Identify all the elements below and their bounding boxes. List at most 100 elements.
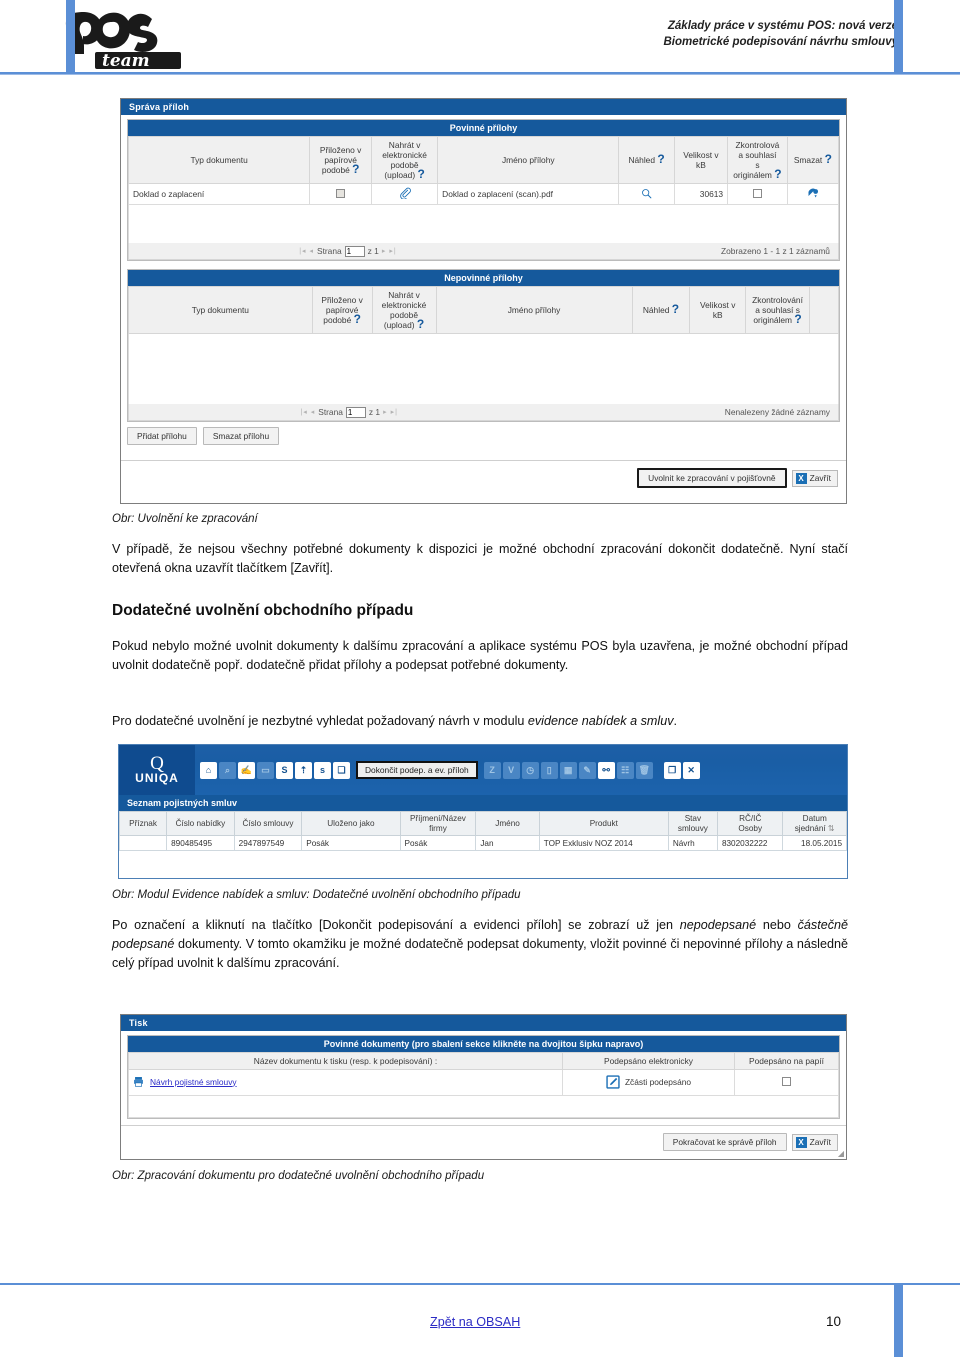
magnifier-icon[interactable]	[641, 188, 652, 199]
uvolnit-ke-zpracovani-button[interactable]: Uvolnit ke zpracování v pojišťovně	[637, 468, 787, 488]
hand-card-icon[interactable]: ✍	[238, 761, 255, 779]
pos-team-logo: team	[62, 8, 192, 72]
pager-page-input[interactable]	[344, 245, 365, 257]
dokoncit-podepisovani-button[interactable]: Dokončit podep. a ev. příloh	[356, 761, 478, 779]
zavrit-label: Zavřít	[809, 473, 831, 483]
col-jmeno-prilohy: Jméno přílohy	[437, 136, 620, 184]
navrh-pojistne-smlouvy-link[interactable]: Návrh pojistné smlouvy	[150, 1077, 237, 1087]
help-icon[interactable]: ?	[417, 167, 424, 181]
pencil-icon[interactable]: ✎	[578, 761, 596, 779]
pager-label: Strana	[318, 407, 343, 417]
header-subtitle: Základy práce v systému POS: nová verze …	[663, 18, 898, 50]
cell-podepsano-na-papir[interactable]	[734, 1069, 839, 1096]
paragraph-2b-post: .	[673, 714, 678, 728]
resize-handle-icon[interactable]: ◢	[838, 1149, 844, 1158]
cell-smazat[interactable]	[786, 183, 840, 205]
cell-rc: 8302032222	[716, 835, 784, 851]
window-icon[interactable]: ❐	[663, 761, 681, 779]
shot3-title: Tisk	[129, 1018, 148, 1028]
s-badge-icon[interactable]: S	[276, 761, 293, 779]
pager-first-icon[interactable]: |◂ ◂	[300, 408, 315, 416]
zavrit-button[interactable]: X Zavřít	[791, 1133, 838, 1151]
shot3-documents-table: Název dokumentu k tisku (resp. k podepis…	[128, 1052, 839, 1096]
page-number: 10	[826, 1314, 842, 1329]
smazat-prilohu-button[interactable]: Smazat přílohu	[202, 427, 280, 445]
s-box-icon[interactable]: s	[314, 761, 331, 779]
col-datum-sjednani: Datum sjednání ⇅	[782, 811, 847, 836]
col-priznak: Příznak	[118, 811, 168, 836]
zpet-na-obsah-link[interactable]: Zpět na OBSAH	[430, 1315, 520, 1329]
col-cislo-smlouvy: Číslo smlouvy	[233, 811, 303, 836]
checkbox-papirove[interactable]	[336, 188, 346, 198]
checkbox-podepsano-na-papir[interactable]	[782, 1077, 791, 1086]
clock-icon[interactable]: ◷	[521, 761, 539, 779]
z-badge-icon[interactable]: Z	[483, 761, 501, 779]
caption-modul-evidence: Obr: Modul Evidence nabídek a smluv: Dod…	[112, 889, 521, 901]
header-accent-bar-left	[66, 0, 75, 73]
shot1-section2-title: Nepovinné přílohy	[128, 270, 839, 286]
shot1-section1-pager: |◂ ◂ Strana z 1 ▸ ▸| Zobrazeno 1 - 1 z 1…	[128, 243, 839, 260]
pokracovat-ke-sprave-priloh-button[interactable]: Pokračovat ke správě příloh	[662, 1133, 787, 1151]
help-icon[interactable]: ?	[794, 312, 801, 326]
copy-box-icon[interactable]: ❏	[333, 761, 350, 779]
trash-icon[interactable]: 🗑	[635, 761, 653, 779]
cell-papirove[interactable]	[309, 183, 373, 205]
cell-podepsano-elektronicky[interactable]: Zčásti podepsáno	[562, 1069, 735, 1096]
help-icon[interactable]: ?	[657, 152, 664, 166]
sign-pen-icon[interactable]	[606, 1074, 620, 1089]
person-card-icon[interactable]: ☷	[616, 761, 634, 779]
pager-page-input[interactable]	[345, 406, 366, 418]
pager-last-icon[interactable]: ▸ ▸|	[383, 408, 398, 416]
pager-last-icon[interactable]: ▸ ▸|	[382, 247, 397, 255]
zavrit-button[interactable]: X Zavřít	[791, 469, 838, 487]
col-prijmeni-nazev-firmy: Příjmení/Název firmy	[399, 811, 477, 836]
cell-upload[interactable]	[371, 183, 439, 205]
close-icon[interactable]: ✕	[682, 761, 700, 779]
help-icon[interactable]: ?	[672, 302, 679, 316]
lock-icon[interactable]: ▯	[540, 761, 558, 779]
table-row[interactable]: 890485495 2947897549 Posák Posák Jan TOP…	[118, 835, 847, 851]
pager-first-icon[interactable]: |◂ ◂	[299, 247, 314, 255]
col-rc-ic-osoby: RČ/IČ Osoby	[716, 811, 784, 836]
pager-label: Strana	[316, 246, 342, 256]
checkbox-zkontrolovano[interactable]	[752, 188, 762, 198]
chart-icon[interactable]: ▦	[559, 761, 577, 779]
cell-document-name[interactable]: Návrh pojistné smlouvy	[128, 1069, 563, 1096]
table-row[interactable]: Návrh pojistné smlouvy Zčásti podepsáno	[128, 1069, 839, 1096]
help-icon[interactable]: ?	[825, 152, 832, 166]
table-header-row: Název dokumentu k tisku (resp. k podepis…	[128, 1052, 839, 1070]
search-icon[interactable]: ⌕	[219, 761, 236, 779]
cell-velikost: 30613	[673, 183, 729, 205]
help-icon[interactable]: ?	[352, 162, 359, 176]
cell-stav: Návrh	[667, 835, 718, 851]
home-icon[interactable]: ⌂	[200, 761, 217, 779]
help-icon[interactable]: ?	[417, 317, 424, 331]
zavrit-label: Zavřít	[809, 1137, 831, 1147]
table-row[interactable]: Doklad o zaplacení Doklad o zaplacení (s…	[127, 183, 840, 205]
cell-nahled[interactable]	[618, 183, 675, 205]
shot1-title: Správa příloh	[129, 102, 190, 112]
upload-box-icon[interactable]: ⇡	[295, 761, 312, 779]
pridat-prilohu-button[interactable]: Přidat přílohu	[127, 427, 197, 445]
paperclip-icon[interactable]	[399, 187, 411, 200]
paragraph-2: Pokud nebylo možné uvolnit dokumenty k d…	[112, 637, 848, 675]
help-icon[interactable]: ?	[774, 167, 781, 181]
help-icon[interactable]: ?	[354, 312, 361, 326]
binoculars-icon[interactable]: ⚯	[597, 761, 615, 779]
col-cislo-nabidky: Číslo nabídky	[166, 811, 235, 836]
uniqa-contracts-table: Příznak Číslo nabídky Číslo smlouvy Ulož…	[118, 811, 847, 851]
printer-icon	[134, 1077, 143, 1087]
delete-icon[interactable]	[807, 187, 819, 199]
col-nahled: Náhled ?	[618, 136, 675, 184]
v-badge-icon[interactable]: V	[502, 761, 520, 779]
folder-icon[interactable]: ▭	[257, 761, 274, 779]
paragraph-3-part2: nebo	[756, 918, 798, 932]
table-header-row: Typ dokumentu Přiloženo v papírové podobé …	[128, 286, 839, 334]
shot1-footer: Uvolnit ke zpracování v pojišťovně X Zav…	[121, 460, 846, 495]
close-icon: X	[795, 1136, 807, 1148]
pager-status: Nenalezeny žádné záznamy	[724, 407, 830, 417]
col-typ-dokumentu: Typ dokumentu	[127, 136, 311, 184]
cell-zkontrolovano[interactable]	[727, 183, 788, 205]
col-zkontrolovano: Zkontrolová a souhlasí s originálem ?	[727, 136, 788, 184]
paragraph-3-part1: Po označení a kliknutí na tlačítko [Doko…	[112, 918, 680, 932]
